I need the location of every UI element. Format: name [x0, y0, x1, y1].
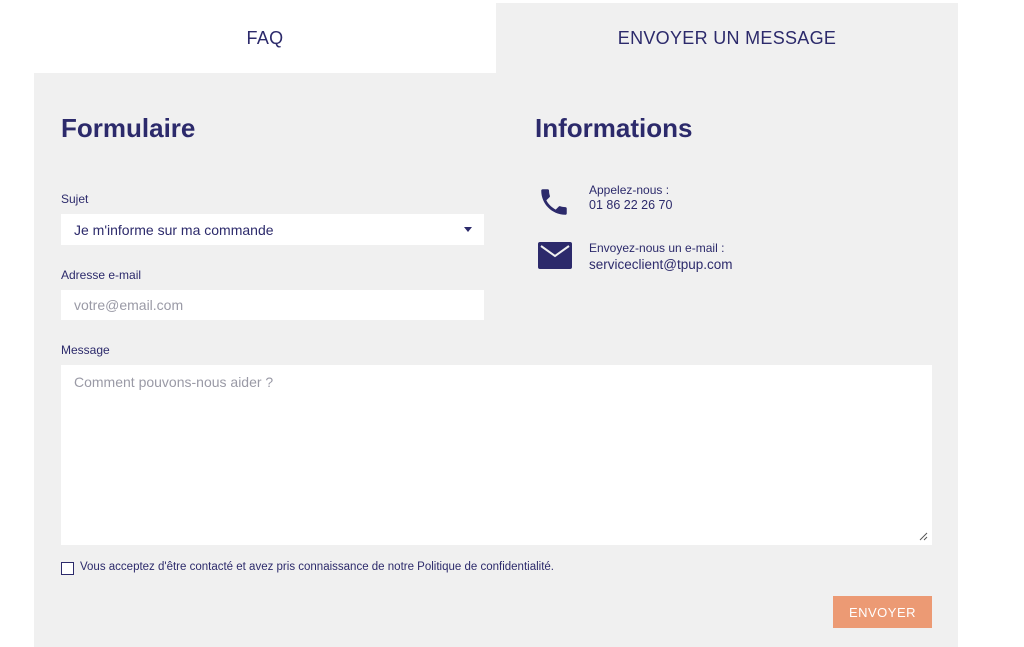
contact-tabs: FAQ ENVOYER UN MESSAGE: [34, 3, 958, 73]
phone-number[interactable]: 01 86 22 26 70: [589, 198, 672, 212]
resize-handle-icon[interactable]: [918, 531, 928, 541]
info-heading: Informations: [535, 113, 693, 143]
subject-label: Sujet: [61, 192, 89, 206]
subject-selected-value: Je m'informe sur ma commande: [74, 221, 274, 238]
caret-down-icon: [464, 227, 472, 232]
email-contact-label: Envoyez-nous un e-mail :: [589, 241, 725, 255]
form-heading: Formulaire: [61, 113, 196, 143]
email-input[interactable]: [61, 290, 484, 320]
phone-icon: [541, 189, 567, 215]
message-label: Message: [61, 343, 110, 357]
email-contact-address[interactable]: serviceclient@tpup.com: [589, 257, 733, 272]
email-label: Adresse e-mail: [61, 268, 142, 282]
tab-faq[interactable]: FAQ: [34, 3, 496, 73]
tab-send-message[interactable]: ENVOYER UN MESSAGE: [496, 3, 958, 73]
message-textarea[interactable]: [61, 365, 932, 545]
consent-checkbox[interactable]: [61, 562, 74, 575]
consent-label: Vous acceptez d'être contacté et avez pr…: [80, 561, 554, 573]
contact-panel: Formulaire Informations Sujet Je m'infor…: [34, 73, 958, 647]
phone-label: Appelez-nous :: [589, 183, 670, 197]
envelope-icon: [538, 242, 572, 269]
subject-select[interactable]: Je m'informe sur ma commande: [61, 214, 484, 245]
send-button[interactable]: ENVOYER: [833, 596, 932, 628]
